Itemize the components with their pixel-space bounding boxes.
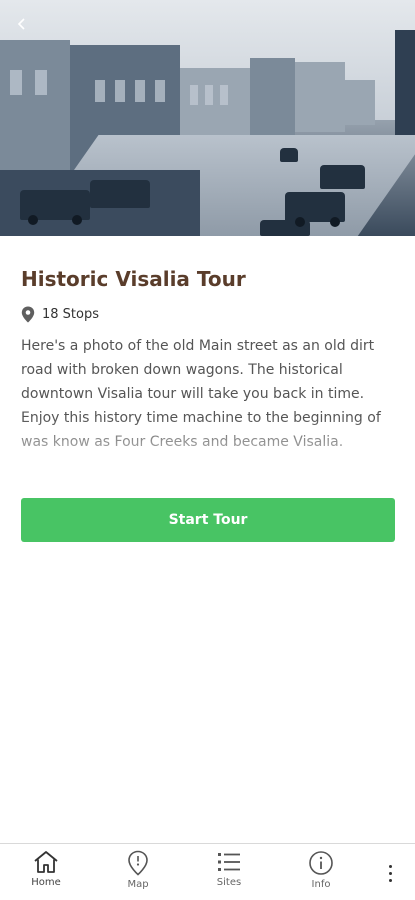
hero-building bbox=[250, 58, 295, 143]
hero-window bbox=[115, 80, 125, 102]
tour-description: Here's a photo of the old Main street as… bbox=[21, 334, 395, 454]
hero-car bbox=[280, 148, 298, 162]
more-vertical-icon-dot bbox=[388, 871, 392, 875]
hero-wheel bbox=[295, 217, 305, 227]
hero-wheel bbox=[28, 215, 38, 225]
nav-label-home: Home bbox=[31, 877, 61, 888]
hero-car bbox=[90, 180, 150, 208]
start-tour-button[interactable]: Start Tour bbox=[21, 498, 395, 542]
hero-window bbox=[205, 85, 213, 105]
more-vertical-icon-dot bbox=[388, 864, 392, 868]
nav-label-map: Map bbox=[127, 879, 149, 890]
stops-count: 18 Stops bbox=[21, 306, 395, 323]
hero-window bbox=[10, 70, 22, 95]
home-icon bbox=[34, 851, 58, 873]
hero-building bbox=[295, 62, 345, 132]
hero-wheel bbox=[330, 217, 340, 227]
description-fade bbox=[21, 418, 395, 454]
hero-image bbox=[0, 0, 415, 236]
info-icon bbox=[309, 851, 333, 875]
map-pin-icon bbox=[128, 850, 148, 876]
location-pin-icon bbox=[21, 306, 35, 323]
hero-window bbox=[220, 85, 228, 105]
hero-window bbox=[190, 85, 198, 105]
nav-item-home[interactable]: Home bbox=[16, 850, 76, 888]
bottom-navigation: Home Map Sites Info bbox=[0, 843, 415, 900]
chevron-left-icon bbox=[17, 18, 25, 30]
more-options-button[interactable] bbox=[380, 858, 400, 888]
hero-window bbox=[135, 80, 145, 102]
list-icon bbox=[218, 853, 240, 871]
hero-building bbox=[395, 30, 415, 150]
nav-label-sites: Sites bbox=[216, 877, 242, 888]
nav-item-map[interactable]: Map bbox=[108, 850, 168, 890]
hero-window bbox=[95, 80, 105, 102]
tour-title: Historic Visalia Tour bbox=[21, 267, 246, 291]
hero-window bbox=[35, 70, 47, 95]
hero-wheel bbox=[72, 215, 82, 225]
stops-label: 18 Stops bbox=[42, 307, 100, 322]
tour-detail-screen: Historic Visalia Tour 18 Stops Here's a … bbox=[0, 0, 415, 900]
tour-info: Historic Visalia Tour 18 Stops Here's a … bbox=[21, 266, 395, 454]
nav-label-info: Info bbox=[311, 879, 331, 890]
hero-building bbox=[345, 80, 375, 125]
nav-item-sites[interactable]: Sites bbox=[199, 850, 259, 888]
nav-item-info[interactable]: Info bbox=[291, 850, 351, 890]
hero-window bbox=[155, 80, 165, 102]
hero-car bbox=[320, 165, 365, 189]
more-vertical-icon-dot bbox=[388, 878, 392, 882]
hero-building bbox=[0, 40, 70, 190]
back-button[interactable] bbox=[10, 14, 34, 38]
